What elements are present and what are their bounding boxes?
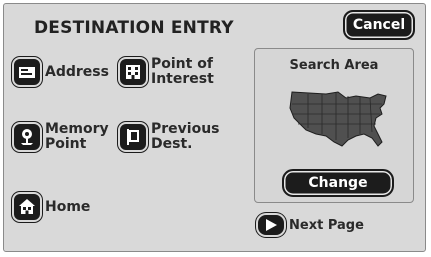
arrow-right-icon [256,213,286,237]
flag-icon [118,122,148,152]
point-of-interest-label: Point of Interest [151,56,214,87]
home-button[interactable]: Home [12,192,90,222]
point-of-interest-button[interactable]: Point of Interest [118,57,214,87]
memory-point-label: Memory Point [45,121,109,152]
next-page-label: Next Page [289,217,364,233]
page-title: DESTINATION ENTRY [34,18,234,38]
home-icon [12,192,42,222]
previous-destination-label: Previous Dest. [151,121,220,152]
memory-point-button[interactable]: Memory Point [12,122,109,152]
address-label: Address [45,63,109,80]
building-icon [118,57,148,87]
memory-point-icon [12,122,42,152]
search-area-title: Search Area [289,58,379,73]
home-label: Home [45,198,91,215]
change-button[interactable]: Change [282,169,394,197]
next-page-button[interactable]: Next Page [256,213,364,237]
address-card-icon [12,57,42,87]
previous-destination-button[interactable]: Previous Dest. [118,122,220,152]
usa-map-icon [289,91,387,147]
cancel-button[interactable]: Cancel [343,10,415,40]
address-button[interactable]: Address [12,57,109,87]
